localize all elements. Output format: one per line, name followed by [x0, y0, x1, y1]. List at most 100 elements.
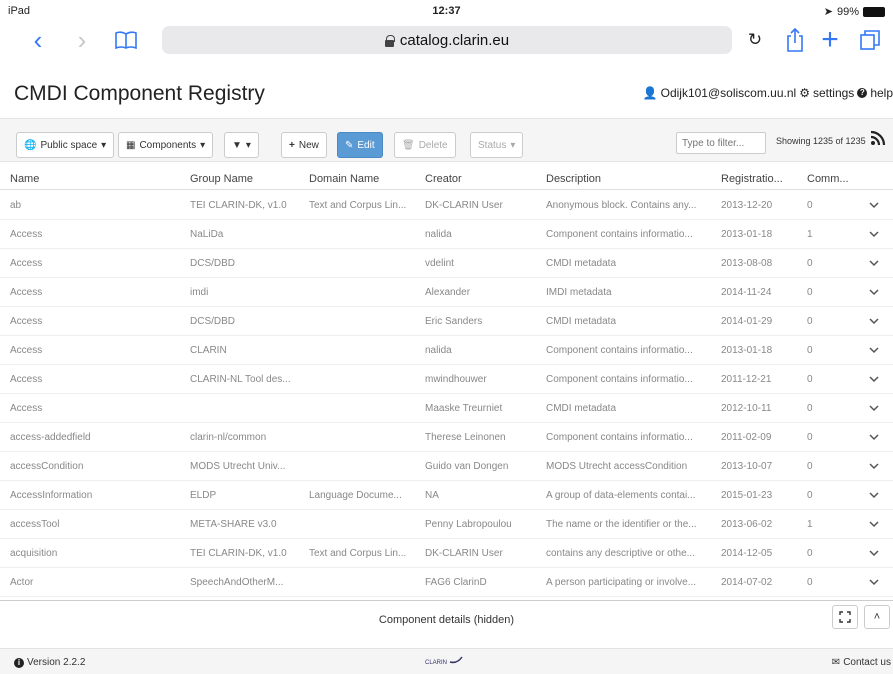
chevron-down-icon[interactable]: [864, 191, 884, 219]
cell-domain: [309, 423, 417, 451]
clock: 12:37: [432, 5, 461, 17]
chevron-down-icon[interactable]: [864, 278, 884, 306]
cell-domain: [309, 394, 417, 422]
cell-comments: 0: [807, 286, 813, 298]
caret-down-icon: ▾: [200, 139, 206, 151]
settings-link[interactable]: settings: [813, 86, 854, 100]
cell-name: ab: [10, 199, 22, 211]
cell-name: accessTool: [10, 518, 60, 530]
chevron-down-icon[interactable]: [864, 452, 884, 480]
pencil-icon: ✎: [345, 139, 354, 151]
cell-description: CMDI metadata: [546, 402, 617, 414]
chevron-down-icon[interactable]: [864, 249, 884, 277]
cell-name: Access: [10, 257, 43, 269]
table-row[interactable]: accessTool META-SHARE v3.0 Penny Labropoul…: [0, 510, 893, 539]
contact: ✉ Contact us: [832, 657, 891, 668]
delete-button[interactable]: 🗑 Delete: [394, 132, 456, 158]
help-icon: ?: [857, 88, 868, 98]
chevron-down-icon[interactable]: [864, 481, 884, 509]
battery-percent: 99%: [836, 5, 859, 18]
share-icon[interactable]: [780, 26, 810, 54]
table-row[interactable]: acquisition TEI CLARIN-DK, v1.0 Text and C…: [0, 539, 893, 568]
back-icon[interactable]: ‹: [24, 25, 52, 55]
cell-group: imdi: [190, 286, 209, 298]
grid-icon: ▦: [126, 139, 136, 151]
cell-name: accessCondition: [10, 460, 84, 472]
chevron-up-icon[interactable]: ˄: [864, 605, 890, 629]
chevron-down-icon[interactable]: [864, 307, 884, 335]
version-link[interactable]: Version 2.2.2: [27, 657, 85, 668]
cell-registration: 2013-12-20: [721, 199, 773, 211]
col-description[interactable]: Description: [546, 168, 711, 189]
table-header: Name Group Name Domain Name Creator Desc…: [0, 168, 893, 190]
table-row[interactable]: ab TEI CLARIN-DK, v1.0 Text and Corpus Lin…: [0, 191, 893, 220]
chevron-down-icon[interactable]: [864, 336, 884, 364]
cell-comments: 0: [807, 431, 813, 443]
reload-icon[interactable]: ↻: [742, 26, 768, 54]
user-link[interactable]: Odijk101@soliscom.uu.nl: [661, 86, 797, 100]
table-row[interactable]: accessCondition MODS Utrecht Univ... Guido…: [0, 452, 893, 481]
expand-icon[interactable]: [832, 605, 858, 629]
location-icon: ➤: [823, 6, 833, 18]
filter-input[interactable]: [676, 132, 766, 154]
details-label[interactable]: Component details (hidden): [0, 614, 893, 626]
table-row[interactable]: access-addedfield clarin-nl/common Therese…: [0, 423, 893, 452]
cell-group: TEI CLARIN-DK, v1.0: [190, 199, 287, 211]
col-creator[interactable]: Creator: [425, 168, 537, 189]
col-comments[interactable]: Comm...: [807, 168, 851, 189]
cell-domain: [309, 510, 417, 538]
chevron-down-icon[interactable]: [864, 423, 884, 451]
table-row[interactable]: Access NaLiDa nalida Component contains inf…: [0, 220, 893, 249]
cell-domain: [309, 220, 417, 248]
table-row[interactable]: Access CLARIN-NL Tool des... mwindhouwer Co…: [0, 365, 893, 394]
chevron-down-icon[interactable]: [864, 568, 884, 596]
chevron-down-icon[interactable]: [864, 510, 884, 538]
table-row[interactable]: Access Maaske Treurniet CMDI metadata 2012-…: [0, 394, 893, 423]
help-link[interactable]: help: [870, 86, 893, 100]
bookmarks-icon[interactable]: [110, 26, 142, 54]
address-bar[interactable]: catalog.clarin.eu: [162, 26, 732, 54]
contact-link[interactable]: Contact us: [843, 657, 891, 668]
footer: i Version 2.2.2 CLARIN ✉ Contact us: [0, 648, 893, 674]
new-button[interactable]: + New: [281, 132, 327, 158]
space-label: Public space: [40, 139, 98, 151]
table-row[interactable]: Access DCS/DBD vdelint CMDI metadata 2013-08…: [0, 249, 893, 278]
chevron-down-icon[interactable]: [864, 539, 884, 567]
cell-description: Component contains informatio...: [546, 344, 693, 356]
cell-creator: Alexander: [425, 286, 471, 298]
table-row[interactable]: Actor SpeechAndOtherM... FAG6 ClarinD A per…: [0, 568, 893, 597]
cell-description: Component contains informatio...: [546, 431, 693, 443]
filter-dropdown[interactable]: ▼ ▾: [224, 132, 259, 158]
chevron-down-icon[interactable]: [864, 394, 884, 422]
chevron-down-icon[interactable]: [864, 365, 884, 393]
col-group[interactable]: Group Name: [190, 168, 302, 189]
rss-icon[interactable]: [870, 130, 893, 156]
cell-name: Access: [10, 228, 43, 240]
tabs-icon[interactable]: [855, 26, 885, 54]
type-dropdown[interactable]: ▦ Components ▾: [118, 132, 214, 158]
forward-icon[interactable]: ›: [68, 25, 96, 55]
table-row[interactable]: AccessInformation ELDP Language Docume... N…: [0, 481, 893, 510]
col-name[interactable]: Name: [10, 168, 180, 189]
cell-group: DCS/DBD: [190, 257, 236, 269]
cell-comments: 0: [807, 257, 813, 269]
cell-comments: 0: [807, 344, 813, 356]
new-tab-icon[interactable]: +: [816, 23, 844, 56]
ios-status-bar: iPad 12:37 ➤ 99%: [0, 0, 893, 22]
edit-button[interactable]: ✎ Edit: [337, 132, 383, 158]
col-domain[interactable]: Domain Name: [309, 168, 417, 189]
delete-label: Delete: [418, 139, 448, 151]
caret-down-icon: ▾: [510, 139, 516, 151]
table-row[interactable]: Access imdi Alexander IMDI metadata 2014-11-…: [0, 278, 893, 307]
cell-comments: 0: [807, 199, 813, 211]
cell-group: NaLiDa: [190, 228, 224, 240]
status-dropdown[interactable]: Status ▾: [470, 132, 524, 158]
cell-creator: Guido van Dongen: [425, 460, 509, 472]
table-row[interactable]: Access DCS/DBD Eric Sanders CMDI metadata 20…: [0, 307, 893, 336]
chevron-down-icon[interactable]: [864, 220, 884, 248]
col-registration[interactable]: Registratio...: [721, 168, 797, 189]
table-row[interactable]: Access CLARIN nalida Component contains inf…: [0, 336, 893, 365]
globe-icon: 🌐: [24, 139, 37, 151]
space-dropdown[interactable]: 🌐 Public space ▾: [16, 132, 115, 158]
cell-description: IMDI metadata: [546, 286, 612, 298]
